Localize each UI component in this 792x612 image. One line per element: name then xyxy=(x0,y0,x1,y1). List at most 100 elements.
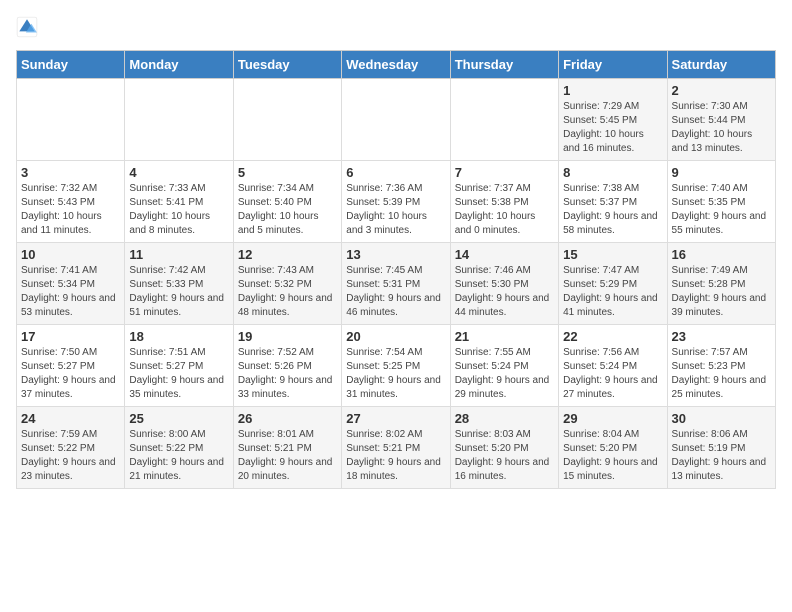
calendar-cell: 25 Sunrise: 8:00 AM Sunset: 5:22 PM Dayli… xyxy=(125,407,233,489)
day-number: 26 xyxy=(238,411,337,426)
day-number: 20 xyxy=(346,329,445,344)
day-of-week-header: Monday xyxy=(125,51,233,79)
day-number: 22 xyxy=(563,329,662,344)
calendar-cell xyxy=(450,79,558,161)
day-of-week-header: Thursday xyxy=(450,51,558,79)
day-info: Sunrise: 7:41 AM Sunset: 5:34 PM Dayligh… xyxy=(21,264,120,320)
calendar-cell: 29 Sunrise: 8:04 AM Sunset: 5:20 PM Dayli… xyxy=(559,407,667,489)
calendar-cell: 12 Sunrise: 7:43 AM Sunset: 5:32 PM Dayli… xyxy=(233,243,341,325)
calendar-cell xyxy=(125,79,233,161)
calendar-cell: 19 Sunrise: 7:52 AM Sunset: 5:26 PM Dayli… xyxy=(233,325,341,407)
day-info: Sunrise: 7:43 AM Sunset: 5:32 PM Dayligh… xyxy=(238,264,337,320)
day-info: Sunrise: 7:36 AM Sunset: 5:39 PM Dayligh… xyxy=(346,182,445,238)
day-number: 19 xyxy=(238,329,337,344)
day-number: 2 xyxy=(672,83,771,98)
calendar-cell: 20 Sunrise: 7:54 AM Sunset: 5:25 PM Dayli… xyxy=(342,325,450,407)
day-info: Sunrise: 7:50 AM Sunset: 5:27 PM Dayligh… xyxy=(21,346,120,402)
calendar-cell: 11 Sunrise: 7:42 AM Sunset: 5:33 PM Dayli… xyxy=(125,243,233,325)
header-area xyxy=(16,16,776,38)
day-info: Sunrise: 7:38 AM Sunset: 5:37 PM Dayligh… xyxy=(563,182,662,238)
calendar-cell: 9 Sunrise: 7:40 AM Sunset: 5:35 PM Daylig… xyxy=(667,161,775,243)
calendar-week-row: 10 Sunrise: 7:41 AM Sunset: 5:34 PM Dayli… xyxy=(17,243,776,325)
day-number: 10 xyxy=(21,247,120,262)
calendar-cell: 10 Sunrise: 7:41 AM Sunset: 5:34 PM Dayli… xyxy=(17,243,125,325)
calendar-week-row: 17 Sunrise: 7:50 AM Sunset: 5:27 PM Dayli… xyxy=(17,325,776,407)
day-info: Sunrise: 7:57 AM Sunset: 5:23 PM Dayligh… xyxy=(672,346,771,402)
calendar-cell: 3 Sunrise: 7:32 AM Sunset: 5:43 PM Daylig… xyxy=(17,161,125,243)
day-info: Sunrise: 8:03 AM Sunset: 5:20 PM Dayligh… xyxy=(455,428,554,484)
day-number: 21 xyxy=(455,329,554,344)
day-info: Sunrise: 7:52 AM Sunset: 5:26 PM Dayligh… xyxy=(238,346,337,402)
calendar-cell xyxy=(233,79,341,161)
calendar-cell: 22 Sunrise: 7:56 AM Sunset: 5:24 PM Dayli… xyxy=(559,325,667,407)
calendar-cell: 6 Sunrise: 7:36 AM Sunset: 5:39 PM Daylig… xyxy=(342,161,450,243)
day-info: Sunrise: 7:32 AM Sunset: 5:43 PM Dayligh… xyxy=(21,182,120,238)
calendar-cell: 5Sunrise: 7:34 AM Sunset: 5:40 PM Daylig… xyxy=(233,161,341,243)
calendar-cell: 23 Sunrise: 7:57 AM Sunset: 5:23 PM Dayli… xyxy=(667,325,775,407)
day-info: Sunrise: 7:45 AM Sunset: 5:31 PM Dayligh… xyxy=(346,264,445,320)
day-number: 13 xyxy=(346,247,445,262)
logo-icon xyxy=(16,16,38,38)
day-number: 17 xyxy=(21,329,120,344)
day-number: 24 xyxy=(21,411,120,426)
day-number: 9 xyxy=(672,165,771,180)
calendar-cell: 28 Sunrise: 8:03 AM Sunset: 5:20 PM Dayli… xyxy=(450,407,558,489)
calendar-cell: 2 Sunrise: 7:30 AM Sunset: 5:44 PM Daylig… xyxy=(667,79,775,161)
day-info: Sunrise: 7:56 AM Sunset: 5:24 PM Dayligh… xyxy=(563,346,662,402)
day-number: 29 xyxy=(563,411,662,426)
calendar-cell: 4 Sunrise: 7:33 AM Sunset: 5:41 PM Daylig… xyxy=(125,161,233,243)
day-info: Sunrise: 7:54 AM Sunset: 5:25 PM Dayligh… xyxy=(346,346,445,402)
calendar-cell: 27Sunrise: 8:02 AM Sunset: 5:21 PM Dayli… xyxy=(342,407,450,489)
day-info: Sunrise: 7:33 AM Sunset: 5:41 PM Dayligh… xyxy=(129,182,228,238)
day-info: Sunrise: 8:04 AM Sunset: 5:20 PM Dayligh… xyxy=(563,428,662,484)
day-info: Sunrise: 8:01 AM Sunset: 5:21 PM Dayligh… xyxy=(238,428,337,484)
day-number: 11 xyxy=(129,247,228,262)
day-of-week-header: Wednesday xyxy=(342,51,450,79)
day-number: 14 xyxy=(455,247,554,262)
calendar-header-row: SundayMondayTuesdayWednesdayThursdayFrid… xyxy=(17,51,776,79)
day-number: 25 xyxy=(129,411,228,426)
day-info: Sunrise: 8:00 AM Sunset: 5:22 PM Dayligh… xyxy=(129,428,228,484)
day-number: 5 xyxy=(238,165,337,180)
day-info: Sunrise: 7:40 AM Sunset: 5:35 PM Dayligh… xyxy=(672,182,771,238)
calendar-cell: 14 Sunrise: 7:46 AM Sunset: 5:30 PM Dayli… xyxy=(450,243,558,325)
calendar-cell xyxy=(342,79,450,161)
day-number: 8 xyxy=(563,165,662,180)
day-info: Sunrise: 7:51 AM Sunset: 5:27 PM Dayligh… xyxy=(129,346,228,402)
calendar-week-row: 1Sunrise: 7:29 AM Sunset: 5:45 PM Daylig… xyxy=(17,79,776,161)
calendar-cell: 30 Sunrise: 8:06 AM Sunset: 5:19 PM Dayli… xyxy=(667,407,775,489)
day-info: Sunrise: 7:30 AM Sunset: 5:44 PM Dayligh… xyxy=(672,100,771,156)
day-number: 6 xyxy=(346,165,445,180)
day-number: 4 xyxy=(129,165,228,180)
day-info: Sunrise: 7:47 AM Sunset: 5:29 PM Dayligh… xyxy=(563,264,662,320)
day-info: Sunrise: 7:46 AM Sunset: 5:30 PM Dayligh… xyxy=(455,264,554,320)
calendar-cell xyxy=(17,79,125,161)
day-number: 16 xyxy=(672,247,771,262)
day-info: Sunrise: 7:42 AM Sunset: 5:33 PM Dayligh… xyxy=(129,264,228,320)
day-number: 3 xyxy=(21,165,120,180)
calendar-cell: 7Sunrise: 7:37 AM Sunset: 5:38 PM Daylig… xyxy=(450,161,558,243)
day-info: Sunrise: 7:55 AM Sunset: 5:24 PM Dayligh… xyxy=(455,346,554,402)
calendar-table: SundayMondayTuesdayWednesdayThursdayFrid… xyxy=(16,50,776,489)
calendar-cell: 16 Sunrise: 7:49 AM Sunset: 5:28 PM Dayli… xyxy=(667,243,775,325)
calendar-cell: 17 Sunrise: 7:50 AM Sunset: 5:27 PM Dayli… xyxy=(17,325,125,407)
day-number: 15 xyxy=(563,247,662,262)
day-info: Sunrise: 7:59 AM Sunset: 5:22 PM Dayligh… xyxy=(21,428,120,484)
day-of-week-header: Tuesday xyxy=(233,51,341,79)
day-info: Sunrise: 8:02 AM Sunset: 5:21 PM Dayligh… xyxy=(346,428,445,484)
day-of-week-header: Friday xyxy=(559,51,667,79)
calendar-cell: 21 Sunrise: 7:55 AM Sunset: 5:24 PM Dayli… xyxy=(450,325,558,407)
day-info: Sunrise: 7:29 AM Sunset: 5:45 PM Dayligh… xyxy=(563,100,662,156)
calendar-body: 1Sunrise: 7:29 AM Sunset: 5:45 PM Daylig… xyxy=(17,79,776,489)
day-number: 23 xyxy=(672,329,771,344)
day-number: 30 xyxy=(672,411,771,426)
day-info: Sunrise: 7:37 AM Sunset: 5:38 PM Dayligh… xyxy=(455,182,554,238)
day-info: Sunrise: 7:49 AM Sunset: 5:28 PM Dayligh… xyxy=(672,264,771,320)
day-info: Sunrise: 8:06 AM Sunset: 5:19 PM Dayligh… xyxy=(672,428,771,484)
day-number: 12 xyxy=(238,247,337,262)
day-number: 18 xyxy=(129,329,228,344)
calendar-cell: 1Sunrise: 7:29 AM Sunset: 5:45 PM Daylig… xyxy=(559,79,667,161)
calendar-cell: 13 Sunrise: 7:45 AM Sunset: 5:31 PM Dayli… xyxy=(342,243,450,325)
day-number: 28 xyxy=(455,411,554,426)
logo xyxy=(16,16,38,38)
